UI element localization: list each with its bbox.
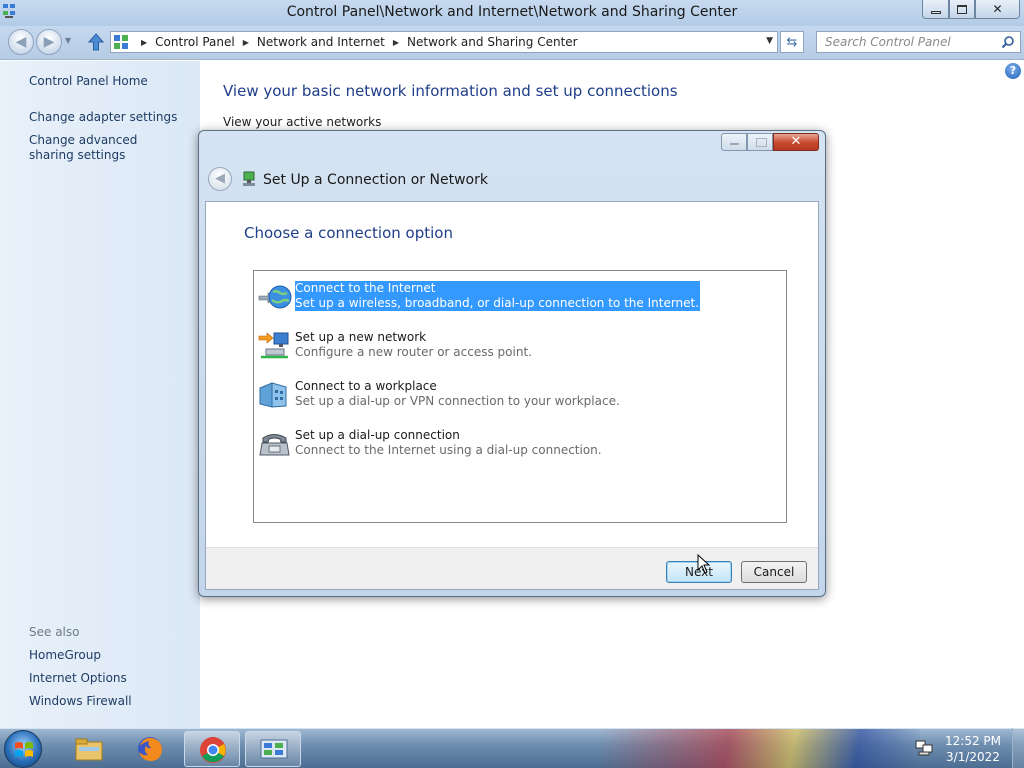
search-placeholder: Search Control Panel — [825, 35, 951, 49]
dialog-footer: Next Cancel — [206, 547, 818, 589]
address-dropdown-icon[interactable]: ▼ — [766, 36, 773, 46]
active-networks-label: View your active networks — [223, 115, 382, 129]
back-arrow-icon: ◀ — [215, 171, 225, 186]
search-input[interactable]: Search Control Panel — [816, 31, 1021, 53]
option-title: Connect to a workplace — [295, 379, 437, 393]
taskbar — [0, 728, 1024, 768]
dialog-maximize-button — [747, 133, 773, 151]
network-setup-icon — [258, 332, 289, 359]
file-explorer-icon — [75, 738, 103, 761]
option-description: Set up a dial-up or VPN connection to yo… — [295, 394, 620, 408]
mouse-cursor-icon — [697, 554, 711, 574]
close-button[interactable]: ✕ — [975, 0, 1020, 19]
dialog-title: Set Up a Connection or Network — [263, 172, 488, 188]
windows-logo-icon — [15, 742, 33, 757]
option-connect-to-workplace[interactable]: Connect to a workplace Set up a dial-up … — [258, 379, 778, 425]
network-tray-icon[interactable] — [915, 739, 933, 757]
sidebar-internet-options[interactable]: Internet Options — [29, 671, 189, 686]
option-description: Connect to the Internet using a dial-up … — [295, 443, 602, 457]
forward-button[interactable]: ▶ — [36, 29, 62, 55]
sidebar: Control Panel Home Change adapter settin… — [0, 61, 200, 728]
up-arrow-icon[interactable] — [87, 33, 105, 51]
breadcrumb-separator-icon[interactable]: ▶ — [243, 38, 249, 47]
sidebar-control-panel-home[interactable]: Control Panel Home — [29, 74, 189, 89]
control-panel-icon — [260, 739, 288, 759]
option-title: Connect to the Internet — [295, 281, 701, 296]
option-title: Set up a dial-up connection — [295, 428, 460, 442]
workplace-icon — [259, 382, 287, 408]
search-icon[interactable] — [1001, 35, 1015, 49]
window-title: Control Panel\Network and Internet\Netwo… — [286, 4, 738, 20]
clock-time: 12:52 PM — [945, 734, 1001, 748]
breadcrumb-network-and-internet[interactable]: Network and Internet — [257, 35, 385, 49]
system-clock[interactable]: 12:52 PM 3/1/2022 — [940, 733, 1006, 765]
option-connect-to-internet[interactable]: Connect to the Internet Set up a wireles… — [258, 281, 778, 327]
see-also-label: See also — [29, 625, 80, 639]
breadcrumb: ▶ Control Panel ▶ Network and Internet ▶… — [133, 35, 578, 49]
breadcrumb-separator-icon[interactable]: ▶ — [393, 38, 399, 47]
minimize-icon — [930, 10, 941, 14]
wallpaper-strip — [600, 729, 920, 768]
sidebar-homegroup[interactable]: HomeGroup — [29, 648, 189, 663]
start-button[interactable] — [4, 730, 42, 768]
dialog-back-button[interactable]: ◀ — [208, 167, 232, 191]
close-icon: ✕ — [992, 2, 1003, 16]
show-desktop-button[interactable] — [1012, 728, 1024, 768]
option-description: Configure a new router or access point. — [295, 345, 532, 359]
back-arrow-icon: ◀ — [15, 34, 27, 50]
dialog-close-button[interactable]: ✕ — [773, 133, 819, 151]
control-panel-icon — [114, 35, 128, 49]
sidebar-windows-firewall[interactable]: Windows Firewall — [29, 694, 189, 709]
cancel-button[interactable]: Cancel — [741, 561, 807, 583]
minimize-button[interactable] — [922, 0, 949, 19]
back-button[interactable]: ◀ — [8, 29, 34, 55]
refresh-icon: ⇆ — [786, 34, 798, 50]
chrome-icon — [200, 737, 226, 763]
firefox-icon — [138, 737, 162, 761]
breadcrumb-separator-icon[interactable]: ▶ — [141, 38, 147, 47]
restore-icon — [957, 4, 967, 14]
setup-connection-dialog: ✕ ◀ Set Up a Connection or Network Choos… — [198, 130, 826, 597]
sidebar-change-adapter-settings[interactable]: Change adapter settings — [29, 110, 189, 125]
navigation-bar: ◀ ▶ ▼ ▶ Control Panel ▶ Network and Inte… — [0, 26, 1024, 60]
network-setup-icon — [243, 171, 255, 186]
taskbar-file-explorer[interactable] — [61, 731, 117, 767]
option-setup-new-network[interactable]: Set up a new network Configure a new rou… — [258, 330, 778, 376]
dialog-minimize-button — [721, 133, 747, 151]
taskbar-control-panel[interactable] — [245, 731, 301, 767]
connection-option-list: Connect to the Internet Set up a wireles… — [253, 270, 787, 523]
page-title: View your basic network information and … — [223, 82, 678, 100]
globe-icon — [258, 285, 292, 309]
title-bar[interactable]: Control Panel\Network and Internet\Netwo… — [0, 0, 1024, 26]
recent-pages-dropdown[interactable]: ▼ — [65, 36, 71, 45]
maximize-button[interactable] — [949, 0, 975, 19]
option-setup-dialup[interactable]: Set up a dial-up connection Connect to t… — [258, 428, 778, 474]
phone-modem-icon — [259, 434, 290, 456]
clock-date: 3/1/2022 — [946, 750, 1000, 764]
taskbar-firefox[interactable] — [122, 731, 178, 767]
option-title: Set up a new network — [295, 330, 427, 344]
help-icon[interactable]: ? — [1005, 63, 1021, 79]
forward-arrow-icon: ▶ — [43, 34, 55, 50]
option-description: Set up a wireless, broadband, or dial-up… — [295, 296, 701, 311]
dialog-body: Choose a connection option Connect to th… — [205, 201, 819, 590]
address-bar[interactable]: ▶ Control Panel ▶ Network and Internet ▶… — [110, 31, 778, 53]
refresh-button[interactable]: ⇆ — [780, 31, 804, 53]
sidebar-change-advanced-sharing[interactable]: Change advanced sharing settings — [29, 133, 179, 163]
breadcrumb-control-panel[interactable]: Control Panel — [155, 35, 235, 49]
dialog-heading: Choose a connection option — [244, 224, 453, 242]
taskbar-chrome[interactable] — [184, 731, 240, 767]
close-icon: ✕ — [790, 134, 802, 149]
breadcrumb-network-and-sharing-center[interactable]: Network and Sharing Center — [407, 35, 578, 49]
